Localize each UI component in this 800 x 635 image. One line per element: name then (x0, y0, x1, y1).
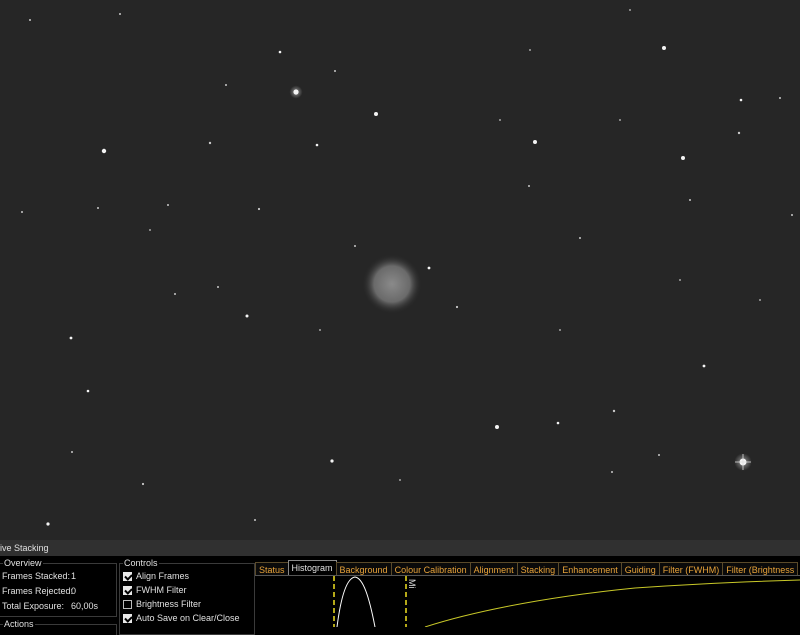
overview-title: Overview (3, 557, 43, 569)
star (225, 84, 227, 86)
histogram-plot (333, 576, 800, 627)
star (759, 299, 761, 301)
star (556, 421, 560, 425)
star (71, 451, 73, 453)
star (334, 70, 336, 72)
frames-stacked-value: 1 (71, 571, 77, 581)
star (662, 46, 666, 50)
star-field (21, 9, 793, 526)
actions-title: Actions (3, 618, 35, 630)
star (689, 199, 691, 201)
star (174, 293, 176, 295)
star (354, 245, 356, 247)
star (739, 98, 743, 102)
star (86, 389, 90, 393)
star (330, 459, 334, 463)
star (46, 522, 50, 526)
star (374, 112, 378, 116)
brightness-filter-label: Brightness Filter (136, 599, 202, 609)
star (141, 482, 145, 486)
star (559, 329, 561, 331)
auto-save-label: Auto Save on Clear/Close (136, 613, 240, 623)
star (149, 229, 151, 231)
star (119, 13, 121, 15)
stacked-image-viewer[interactable] (0, 0, 800, 540)
star (208, 141, 212, 145)
frames-rejected-row: Frames Rejected: 0 (2, 585, 77, 597)
align-frames-check-icon[interactable] (123, 572, 132, 582)
owl-nebula (362, 254, 422, 314)
star (495, 425, 499, 429)
brightness-filter-check-icon[interactable] (123, 600, 132, 610)
total-exposure-row: Total Exposure: 60,00s (2, 600, 98, 612)
star (529, 49, 531, 51)
midtone-marker-label: Mi (407, 579, 417, 589)
star (619, 119, 621, 121)
histogram-curve (336, 576, 376, 627)
align-frames-label: Align Frames (136, 571, 190, 581)
star (319, 329, 321, 331)
star (611, 471, 613, 473)
star (499, 119, 501, 121)
align-frames-checkbox[interactable]: Align Frames (123, 570, 189, 582)
star (101, 148, 107, 154)
star (245, 314, 249, 318)
star (254, 519, 256, 521)
total-exposure-value: 60,00s (71, 601, 99, 611)
frames-rejected-value: 0 (71, 586, 77, 596)
star (629, 9, 631, 11)
panel-title[interactable]: ive Stacking (0, 540, 800, 556)
star (278, 50, 282, 54)
star (21, 211, 23, 213)
star (779, 97, 781, 99)
star (679, 279, 681, 281)
star (612, 409, 616, 413)
star (427, 266, 431, 270)
auto-save-checkbox[interactable]: Auto Save on Clear/Close (123, 612, 240, 624)
star (217, 286, 219, 288)
star (293, 89, 299, 95)
star (399, 479, 401, 481)
star (528, 185, 530, 187)
star (658, 454, 660, 456)
star (69, 336, 73, 340)
stretch-curve (424, 579, 800, 627)
star (791, 214, 793, 216)
star (533, 140, 537, 144)
star (681, 156, 685, 160)
star (702, 364, 706, 368)
auto-save-check-icon[interactable] (123, 614, 132, 624)
frames-stacked-label: Frames Stacked: (2, 571, 71, 581)
star (29, 19, 31, 21)
fwhm-filter-label: FWHM Filter (136, 585, 187, 595)
star (97, 207, 99, 209)
star (737, 131, 741, 135)
frames-rejected-label: Frames Rejected: (2, 586, 74, 596)
fwhm-filter-checkbox[interactable]: FWHM Filter (123, 584, 187, 596)
frames-stacked-row: Frames Stacked: 1 (2, 570, 76, 582)
star (455, 305, 459, 309)
controls-title: Controls (123, 557, 159, 569)
star (167, 204, 169, 206)
star (315, 143, 319, 147)
panel-tabs: Status Histogram Background Colour Calibrat… (255, 559, 799, 577)
fwhm-filter-check-icon[interactable] (123, 586, 132, 596)
overview-group: Overview Frames Stacked: 1 Frames Reject… (0, 557, 117, 617)
histogram-view[interactable]: Mi (255, 575, 800, 627)
brightness-filter-checkbox[interactable]: Brightness Filter (123, 598, 201, 610)
total-exposure-label: Total Exposure: (2, 601, 65, 611)
controls-group: Controls Align Frames FWHM Filter Bright… (119, 557, 255, 635)
star (257, 207, 261, 211)
star (579, 237, 581, 239)
live-stacking-panel: ive Stacking Overview Frames Stacked: 1 … (0, 540, 800, 635)
